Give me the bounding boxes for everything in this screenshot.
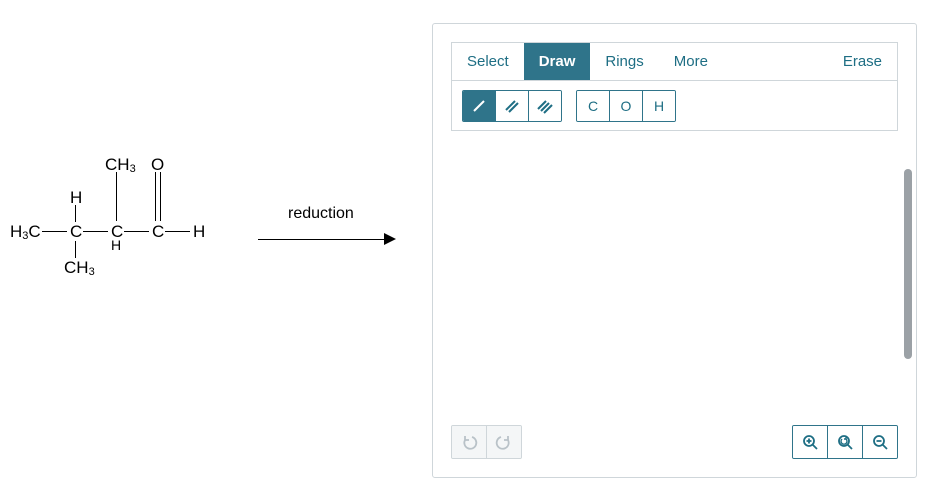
reactant-structure: H3C C H CH3 C CH3 H C O H bbox=[10, 155, 240, 335]
bond bbox=[83, 231, 108, 232]
bond-tool-group bbox=[462, 90, 562, 122]
history-group bbox=[451, 425, 522, 459]
vertical-scrollbar[interactable] bbox=[904, 169, 912, 359]
atom-label: CH3 bbox=[64, 258, 95, 277]
zoom-in-button[interactable] bbox=[793, 426, 827, 458]
atom-tool-C[interactable]: C bbox=[577, 91, 609, 121]
zoom-reset-icon bbox=[836, 433, 854, 451]
undo-button[interactable] bbox=[452, 426, 486, 458]
atom-c2-top-CH3: CH3 bbox=[105, 155, 136, 175]
arrow-head-icon bbox=[384, 233, 396, 245]
editor-toolbar: Select Draw Rings More Erase bbox=[451, 42, 898, 131]
redo-button[interactable] bbox=[486, 426, 521, 458]
atom-c1: C bbox=[70, 222, 82, 242]
double-bond bbox=[155, 172, 156, 221]
bond bbox=[116, 172, 117, 221]
tab-more[interactable]: More bbox=[659, 43, 723, 80]
zoom-out-button[interactable] bbox=[862, 426, 897, 458]
single-bond-tool[interactable] bbox=[463, 91, 495, 121]
redo-icon bbox=[495, 433, 513, 451]
double-bond-icon bbox=[503, 97, 521, 115]
toolbar-tools-row: C O H bbox=[452, 81, 897, 130]
zoom-in-icon bbox=[801, 433, 819, 451]
toolbar-mode-row: Select Draw Rings More Erase bbox=[452, 43, 897, 81]
arrow-line bbox=[258, 239, 386, 240]
structure-editor: Select Draw Rings More Erase bbox=[432, 23, 917, 478]
atom-tool-H[interactable]: H bbox=[642, 91, 675, 121]
atom-h3c-left: H3C bbox=[10, 222, 41, 242]
triple-bond-tool[interactable] bbox=[528, 91, 561, 121]
atom-c2-bot-H: H bbox=[111, 237, 121, 253]
atom-label: H3C bbox=[10, 222, 41, 241]
reaction-arrow: reduction bbox=[258, 225, 403, 255]
zoom-group bbox=[792, 425, 898, 459]
atom-c3-right-H: H bbox=[193, 222, 205, 242]
triple-bond-icon bbox=[536, 97, 554, 115]
atom-c3-top-O: O bbox=[151, 155, 164, 175]
single-bond-icon bbox=[470, 97, 488, 115]
zoom-reset-button[interactable] bbox=[827, 426, 862, 458]
tab-rings[interactable]: Rings bbox=[590, 43, 658, 80]
double-bond bbox=[160, 172, 161, 221]
bond bbox=[75, 241, 76, 258]
tab-draw[interactable]: Draw bbox=[524, 43, 591, 80]
reaction-label: reduction bbox=[288, 205, 354, 223]
atom-label: CH3 bbox=[105, 155, 136, 174]
atom-tool-O[interactable]: O bbox=[609, 91, 642, 121]
spacer bbox=[723, 43, 828, 80]
undo-icon bbox=[460, 433, 478, 451]
tab-select[interactable]: Select bbox=[452, 43, 524, 80]
atom-c3: C bbox=[152, 222, 164, 242]
zoom-out-icon bbox=[871, 433, 889, 451]
atom-c1-top-H: H bbox=[70, 188, 82, 208]
atom-c1-bot-CH3: CH3 bbox=[64, 258, 95, 278]
double-bond-tool[interactable] bbox=[495, 91, 528, 121]
tab-erase[interactable]: Erase bbox=[828, 43, 897, 80]
bond bbox=[124, 231, 149, 232]
editor-bottom-bar bbox=[451, 425, 898, 459]
atom-tool-group: C O H bbox=[576, 90, 676, 122]
bond bbox=[42, 231, 67, 232]
bond bbox=[165, 231, 190, 232]
chemistry-reaction-canvas: H3C C H CH3 C CH3 H C O H reduction bbox=[0, 0, 940, 500]
